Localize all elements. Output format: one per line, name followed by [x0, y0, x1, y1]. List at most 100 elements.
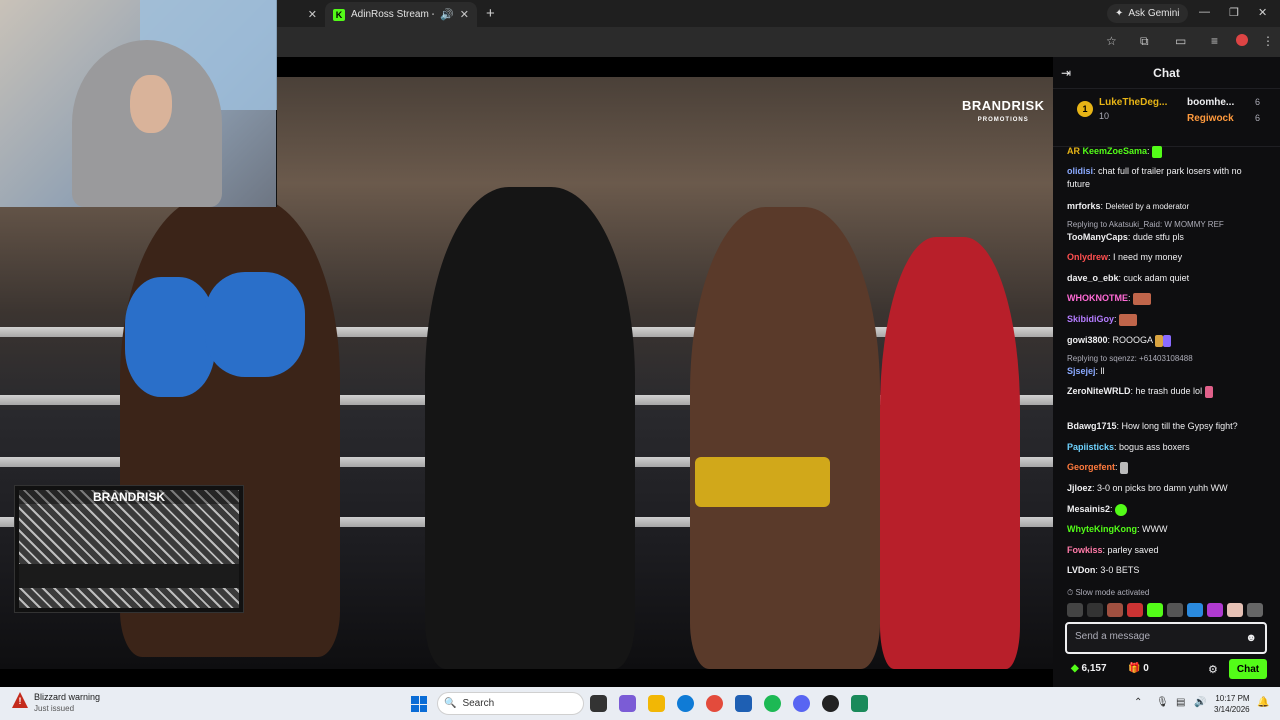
chat-username[interactable]: Fowkiss: [1067, 545, 1103, 555]
chat-text: I need my money: [1113, 252, 1183, 262]
emote-picker-item[interactable]: [1127, 603, 1143, 617]
chat-username[interactable]: dave_o_ebk: [1067, 273, 1119, 283]
taskbar-search[interactable]: 🔍 Search: [437, 692, 584, 715]
gifter-count: 6: [1255, 113, 1261, 123]
new-tab-button[interactable]: +: [486, 5, 495, 22]
system-clock[interactable]: 10:17 PM 3/14/2026: [1214, 693, 1250, 715]
chat-message: SkibidiGoy:: [1067, 313, 1267, 326]
emote-picker-item[interactable]: [1207, 603, 1223, 617]
close-tab-icon[interactable]: ✕: [308, 8, 317, 21]
chat-username[interactable]: Mesainis2: [1067, 504, 1110, 514]
chat-message: AR KeemZoeSama:: [1067, 145, 1267, 158]
emoji-picker-icon[interactable]: ☻: [1245, 632, 1257, 644]
chat-username[interactable]: SkibidiGoy: [1067, 314, 1114, 324]
chat-message-input[interactable]: Send a message ☻: [1065, 622, 1267, 654]
send-chat-button[interactable]: Chat: [1229, 659, 1267, 679]
windows-start-icon[interactable]: [411, 696, 427, 712]
tab-active[interactable]: K AdinRoss Stream - Watch Li 🔊 ✕: [325, 2, 477, 27]
speaker-icon[interactable]: 🔊: [440, 8, 454, 21]
profile-avatar[interactable]: [1236, 34, 1248, 46]
gifter-count: 10: [1099, 111, 1110, 121]
chrome-icon[interactable]: [706, 695, 723, 712]
chat-message: LVDon: 3-0 BETS: [1067, 565, 1140, 575]
emote-picker-item[interactable]: [1227, 603, 1243, 617]
emote-picker-item[interactable]: [1107, 603, 1123, 617]
chat-username[interactable]: Georgefent: [1067, 462, 1115, 472]
weather-notification[interactable]: ! Blizzard warning Just issued: [12, 692, 100, 714]
chat-text: he trash dude lol: [1135, 386, 1203, 396]
close-window-button[interactable]: ✕: [1258, 6, 1267, 19]
points-icon: ◆: [1071, 663, 1079, 674]
volume-icon[interactable]: 🔊: [1194, 697, 1206, 708]
chat-text: WWW: [1142, 524, 1168, 534]
chat-username[interactable]: Jjloez: [1067, 483, 1092, 493]
emote-picker-item[interactable]: [1087, 603, 1103, 617]
chat-username[interactable]: mrforks: [1067, 201, 1101, 211]
search-icon: 🔍: [444, 698, 457, 709]
cast-icon[interactable]: ▭: [1175, 34, 1186, 48]
chat-text: ROOOGA: [1112, 335, 1153, 345]
emote-picker-item[interactable]: [1067, 603, 1083, 617]
microphone-icon[interactable]: 🎙: [1156, 697, 1169, 708]
notification-bell-icon[interactable]: 🔔: [1257, 697, 1269, 708]
task-view-icon[interactable]: [590, 695, 607, 712]
collapse-chat-icon[interactable]: ⇥: [1061, 66, 1071, 80]
gifter-name[interactable]: LukeTheDeg...: [1099, 97, 1167, 108]
search-placeholder: Search: [462, 698, 495, 709]
chat-username[interactable]: Bdawg1715: [1067, 421, 1117, 431]
face-emote-icon: [1133, 292, 1152, 305]
reading-list-icon[interactable]: ≡: [1211, 34, 1218, 48]
chat-username[interactable]: LVDon: [1067, 565, 1095, 575]
obs-icon[interactable]: [822, 695, 839, 712]
gift-count-value: 0: [1143, 663, 1149, 674]
discord-icon[interactable]: [793, 695, 810, 712]
gifter-name[interactable]: boomhe...: [1187, 97, 1234, 108]
pip-commentary-table: [19, 564, 239, 588]
chat-username[interactable]: TooManyCaps: [1067, 232, 1128, 242]
close-tab-icon[interactable]: ✕: [460, 8, 469, 21]
emote-picker-item[interactable]: [1247, 603, 1263, 617]
boxer-trunks-waistband: [695, 457, 830, 507]
chat-username[interactable]: Sjsejej: [1067, 366, 1096, 376]
extensions-icon[interactable]: ⧉: [1140, 34, 1149, 49]
chat-text: 3-0 BETS: [1100, 565, 1140, 575]
menu-kebab-icon[interactable]: ⋮: [1262, 34, 1274, 48]
restore-button[interactable]: ❐: [1229, 6, 1239, 19]
chat-username[interactable]: WHOKNOTME: [1067, 293, 1128, 303]
edge-icon[interactable]: [677, 695, 694, 712]
ask-gemini-button[interactable]: ✦ Ask Gemini: [1107, 4, 1188, 23]
chat-text: Deleted by a moderator: [1105, 202, 1190, 211]
chat-username[interactable]: gowi3800: [1067, 335, 1108, 345]
chat-username[interactable]: Papiisticks: [1067, 442, 1114, 452]
app-icon[interactable]: [851, 695, 868, 712]
teams-icon[interactable]: [619, 695, 636, 712]
chat-message: Papiisticks: bogus ass boxers: [1067, 442, 1190, 452]
file-explorer-icon[interactable]: [648, 695, 665, 712]
streamer-face: [130, 75, 172, 133]
emote-picker-item[interactable]: [1187, 603, 1203, 617]
chat-username[interactable]: WhyteKingKong: [1067, 524, 1137, 534]
screen: ca Tea ✕ K AdinRoss Stream - Watch Li 🔊 …: [0, 0, 1280, 720]
chat-username[interactable]: KeemZoeSama: [1083, 146, 1148, 156]
chat-text: chat full of trailer park losers with no…: [1067, 166, 1242, 189]
chat-text: ll: [1100, 366, 1105, 376]
store-icon[interactable]: [735, 695, 752, 712]
emote-picker-item[interactable]: [1167, 603, 1183, 617]
bookmark-star-icon[interactable]: ☆: [1106, 34, 1117, 48]
chat-username[interactable]: Onlydrew: [1067, 252, 1108, 262]
gifter-name[interactable]: Regiwock: [1187, 113, 1234, 124]
brandrisk-logo: BRANDRISK PROMOTIONS: [962, 99, 1045, 127]
channel-points[interactable]: ◆ 6,157: [1071, 663, 1107, 674]
tray-chevron-up-icon[interactable]: ⌃: [1134, 697, 1142, 708]
chat-username[interactable]: olidisi: [1067, 166, 1093, 176]
spotify-icon[interactable]: [764, 695, 781, 712]
chat-message: Replying to Akatsuki_Raid: W MOMMY REF T…: [1067, 218, 1267, 244]
chat-message: Replying to sqenzz: +61403108488 Sjsejej…: [1067, 352, 1267, 378]
chat-username[interactable]: ZeroNiteWRLD: [1067, 386, 1131, 396]
chat-message: WhyteKingKong: WWW: [1067, 524, 1168, 534]
minimize-button[interactable]: —: [1199, 6, 1210, 18]
emote-picker-item[interactable]: [1147, 603, 1163, 617]
chat-settings-gear-icon[interactable]: ⚙: [1208, 663, 1218, 676]
network-icon[interactable]: ▤: [1176, 697, 1185, 708]
gift-counter[interactable]: 🎁 0: [1128, 663, 1149, 674]
